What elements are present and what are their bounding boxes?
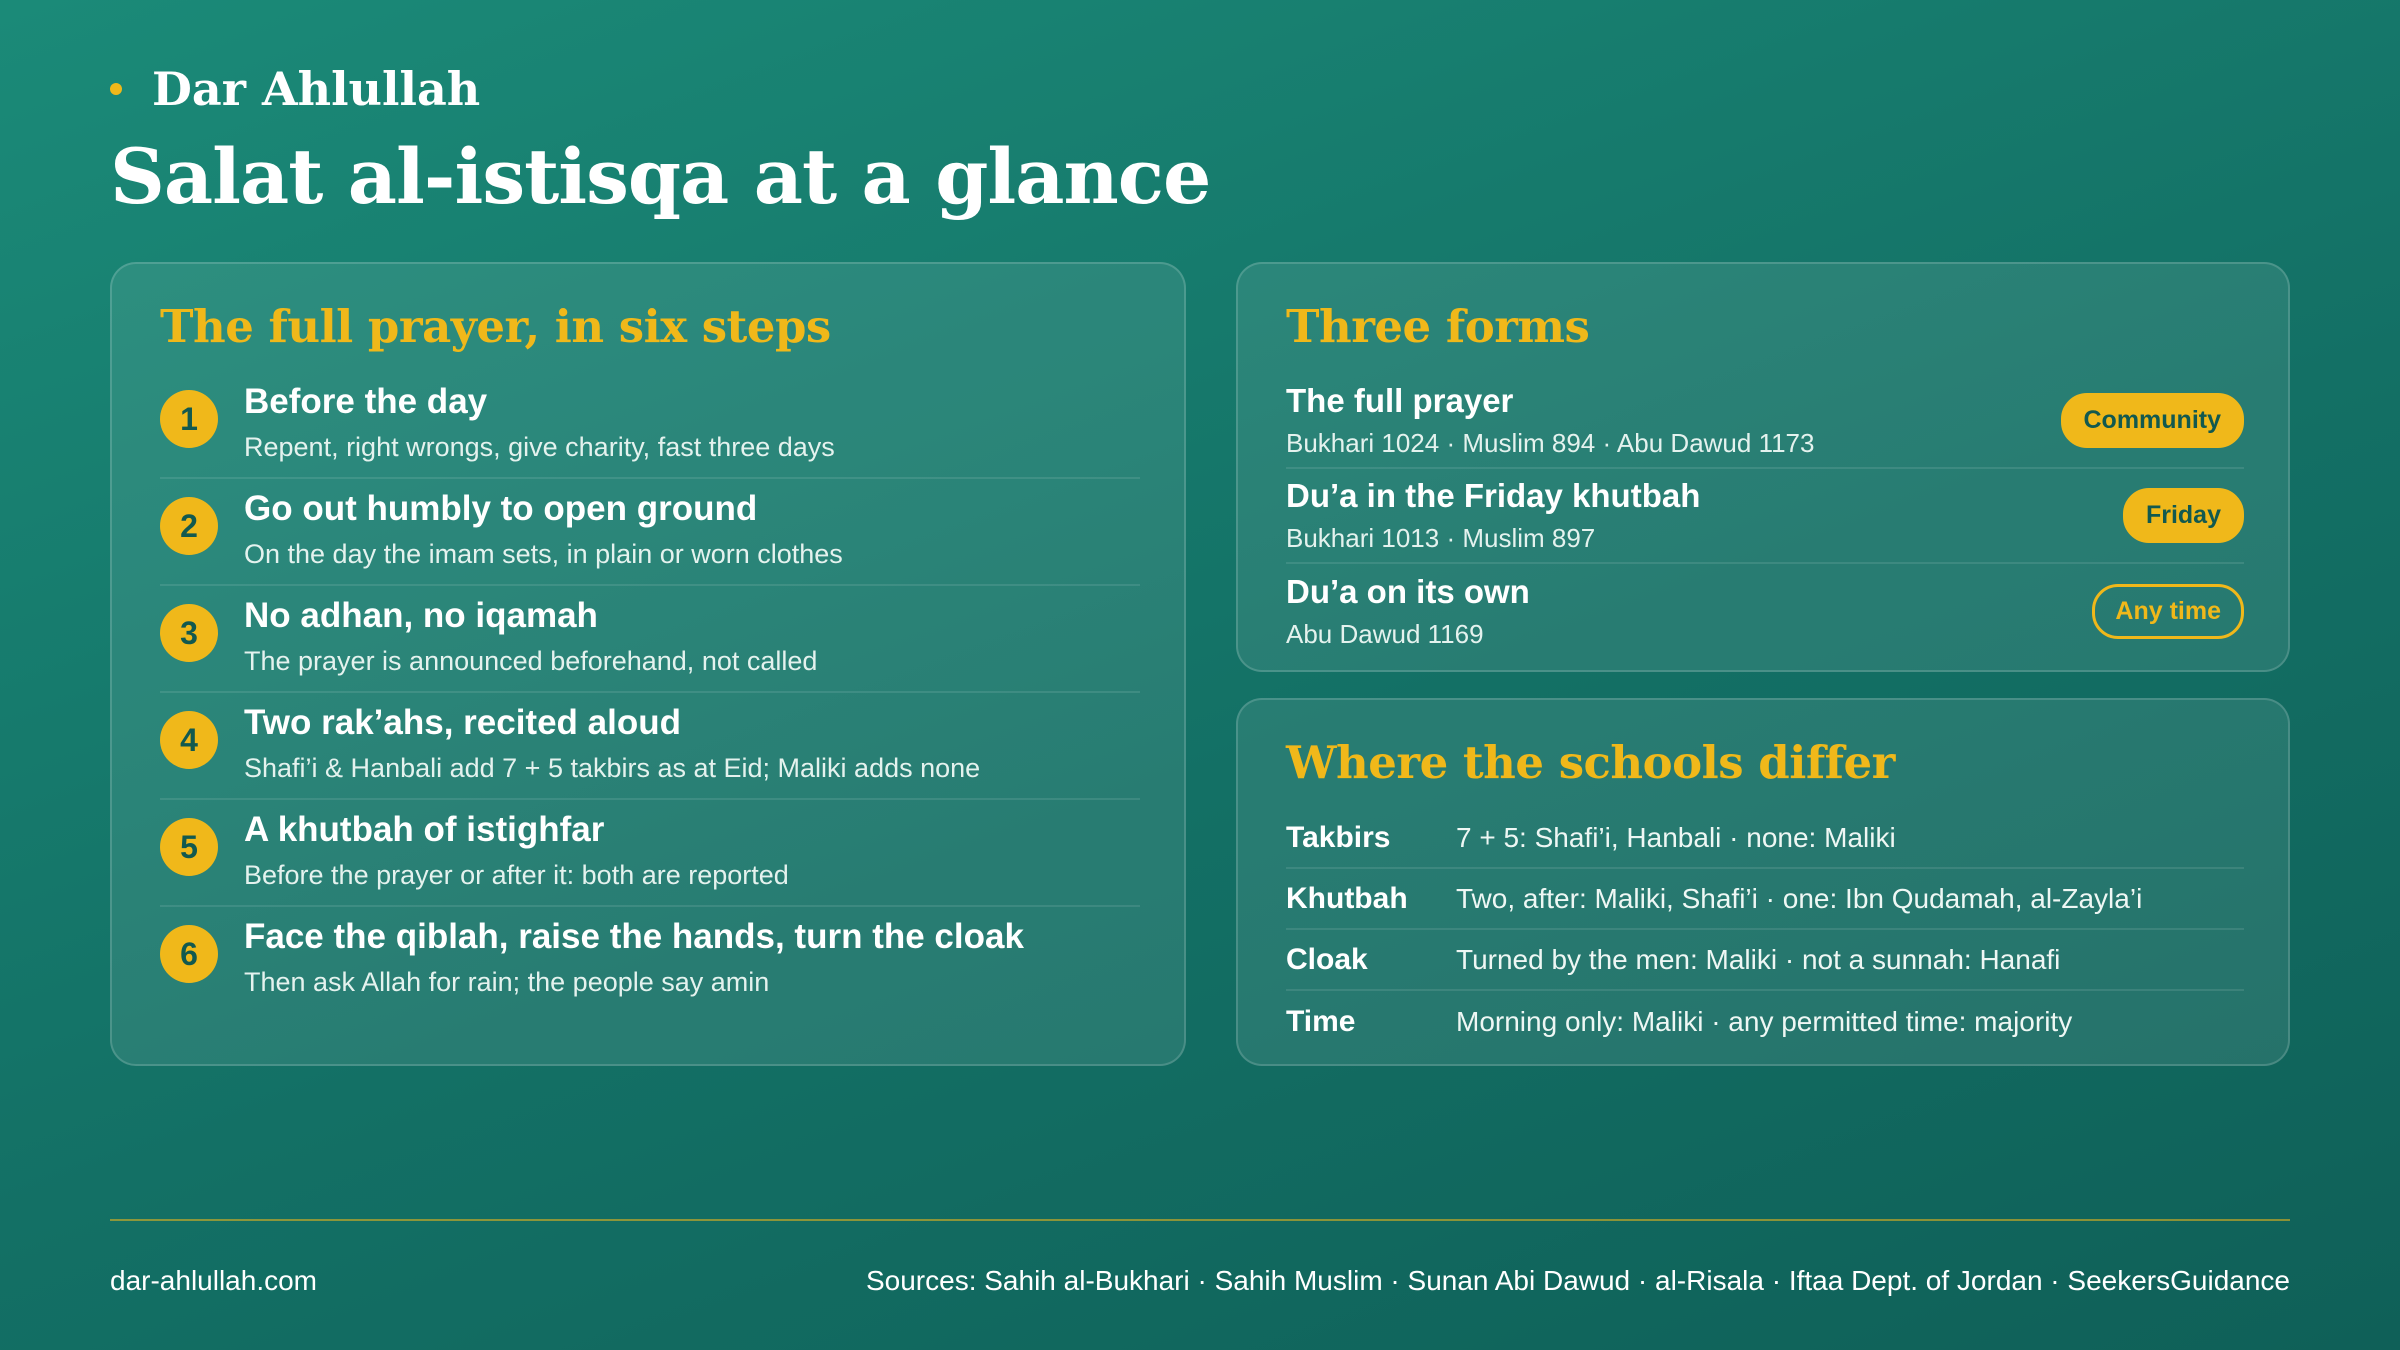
brand: Dar Ahlullah xyxy=(110,62,480,116)
any-time-badge: Any time xyxy=(2092,584,2244,639)
step-description: Repent, right wrongs, give charity, fast… xyxy=(244,432,835,462)
form-item: Du’a in the Friday khutbah Bukhari 1013 … xyxy=(1286,469,2244,564)
page-title: Salat al-istisqa at a glance xyxy=(110,132,1211,221)
step-description: Then ask Allah for rain; the people say … xyxy=(244,967,770,997)
friday-badge: Friday xyxy=(2122,488,2244,543)
schools-heading: Where the schools differ xyxy=(1286,736,1895,789)
form-item: The full prayer Bukhari 1024 · Muslim 89… xyxy=(1286,374,2244,469)
step-number-badge: 4 xyxy=(160,711,218,769)
footer-sources: Sources: Sahih al-Bukhari · Sahih Muslim… xyxy=(865,1265,2290,1296)
form-references: Bukhari 1024 · Muslim 894 · Abu Dawud 11… xyxy=(1286,428,1815,458)
step-number-badge: 3 xyxy=(160,604,218,662)
school-row-label: Takbirs xyxy=(1286,820,1391,854)
step-number-badge: 1 xyxy=(160,390,218,448)
schools-table: Takbirs 7 + 5: Shafi’i, Hanbali · none: … xyxy=(1286,808,2244,1052)
school-row-value: Two, after: Maliki, Shafi’i · one: Ibn Q… xyxy=(1456,882,2143,914)
step-description: On the day the imam sets, in plain or wo… xyxy=(244,539,843,569)
steps-panel: The full prayer, in six steps 1 Before t… xyxy=(110,262,1186,1066)
steps-heading: The full prayer, in six steps xyxy=(160,300,831,353)
step-item: 5 A khutbah of istighfar Before the pray… xyxy=(160,800,1140,907)
step-title: Before the day xyxy=(244,382,488,421)
forms-panel: Three forms The full prayer Bukhari 1024… xyxy=(1236,262,2290,672)
school-row-value: Turned by the men: Maliki · not a sunnah… xyxy=(1456,943,2061,975)
step-item: 1 Before the day Repent, right wrongs, g… xyxy=(160,372,1140,479)
school-row-label: Cloak xyxy=(1286,942,1368,976)
step-item: 3 No adhan, no iqamah The prayer is anno… xyxy=(160,586,1140,693)
forms-list: The full prayer Bukhari 1024 · Muslim 89… xyxy=(1286,374,2244,659)
school-row-label: Time xyxy=(1286,1004,1356,1038)
step-title: No adhan, no iqamah xyxy=(244,596,598,635)
footer-site-link[interactable]: dar-ahlullah.com xyxy=(110,1265,317,1297)
form-title: The full prayer xyxy=(1286,382,1514,419)
brand-name: Dar Ahlullah xyxy=(152,62,481,116)
school-row: Time Morning only: Maliki · any permitte… xyxy=(1286,991,2244,1052)
form-references: Abu Dawud 1169 xyxy=(1286,619,1484,649)
step-title: Two rak’ahs, recited aloud xyxy=(244,703,681,742)
step-item: 2 Go out humbly to open ground On the da… xyxy=(160,479,1140,586)
form-title: Du’a on its own xyxy=(1286,573,1530,610)
forms-heading: Three forms xyxy=(1286,300,1590,353)
school-row: Khutbah Two, after: Maliki, Shafi’i · on… xyxy=(1286,869,2244,930)
step-description: The prayer is announced beforehand, not … xyxy=(244,646,818,676)
step-title: A khutbah of istighfar xyxy=(244,810,605,849)
school-row: Takbirs 7 + 5: Shafi’i, Hanbali · none: … xyxy=(1286,808,2244,869)
school-row: Cloak Turned by the men: Maliki · not a … xyxy=(1286,930,2244,991)
step-item: 6 Face the qiblah, raise the hands, turn… xyxy=(160,907,1140,1014)
form-references: Bukhari 1013 · Muslim 897 xyxy=(1286,523,1596,553)
step-title: Go out humbly to open ground xyxy=(244,489,758,528)
form-title: Du’a in the Friday khutbah xyxy=(1286,477,1701,514)
school-row-label: Khutbah xyxy=(1286,881,1408,915)
school-row-value: Morning only: Maliki · any permitted tim… xyxy=(1456,1005,2073,1037)
schools-panel: Where the schools differ Takbirs 7 + 5: … xyxy=(1236,698,2290,1066)
step-description: Before the prayer or after it: both are … xyxy=(244,860,789,890)
step-description: Shafi’i & Hanbali add 7 + 5 takbirs as a… xyxy=(244,753,981,783)
steps-list: 1 Before the day Repent, right wrongs, g… xyxy=(160,372,1140,1014)
form-item: Du’a on its own Abu Dawud 1169 Any time xyxy=(1286,564,2244,659)
community-badge: Community xyxy=(2060,393,2244,448)
footer-divider xyxy=(110,1219,2290,1221)
school-row-value: 7 + 5: Shafi’i, Hanbali · none: Maliki xyxy=(1456,821,1896,853)
step-title: Face the qiblah, raise the hands, turn t… xyxy=(244,917,1024,956)
step-number-badge: 2 xyxy=(160,497,218,555)
brand-dot xyxy=(110,83,122,95)
step-number-badge: 6 xyxy=(160,925,218,983)
step-item: 4 Two rak’ahs, recited aloud Shafi’i & H… xyxy=(160,693,1140,800)
step-number-badge: 5 xyxy=(160,818,218,876)
